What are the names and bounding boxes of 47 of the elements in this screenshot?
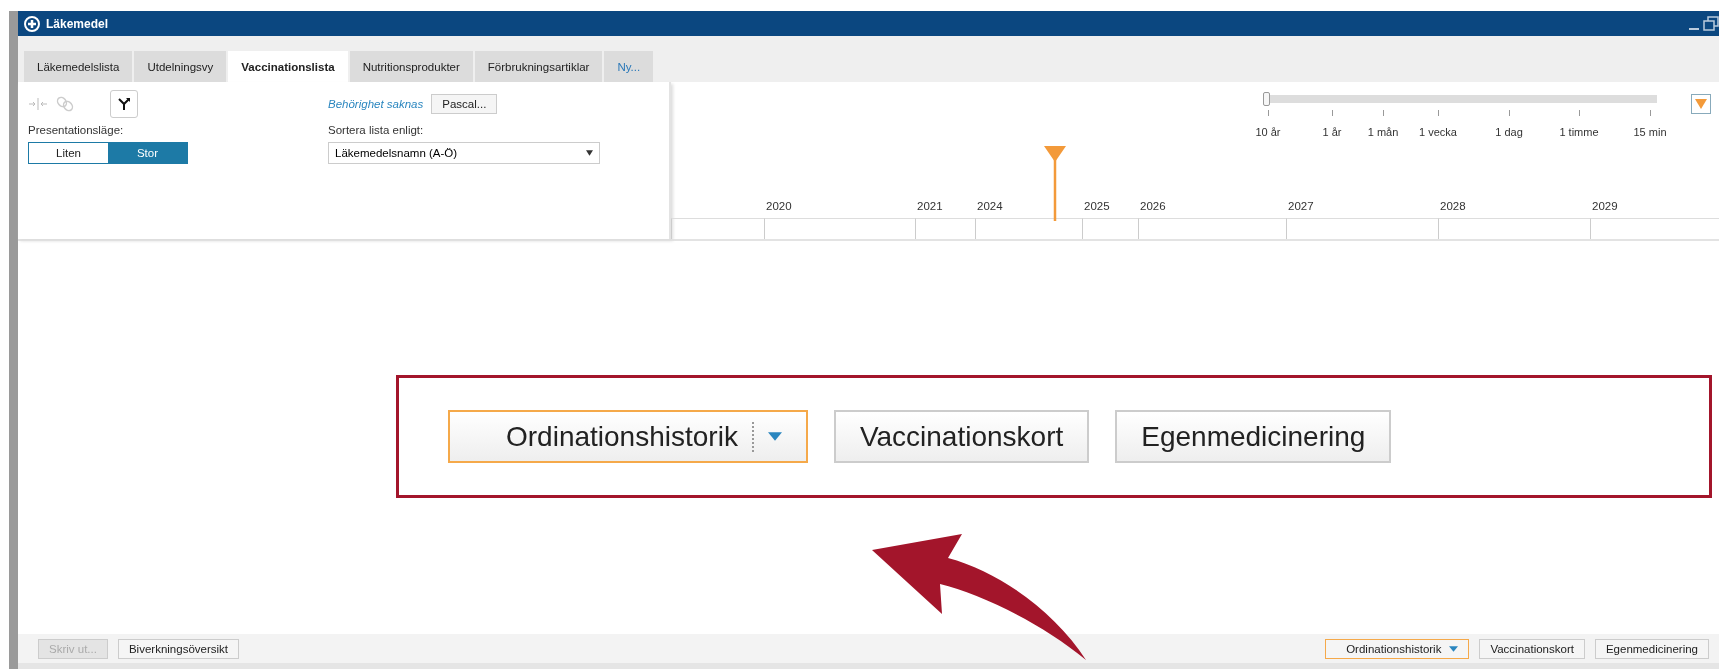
- large-button[interactable]: Ordinationshistorik: [448, 410, 808, 463]
- zoom-label: 1 mån: [1367, 126, 1399, 138]
- slider-thumb[interactable]: [1263, 92, 1270, 106]
- year-label: 2025: [1083, 200, 1111, 214]
- tab[interactable]: Utdelningsvy: [134, 51, 227, 82]
- year-label: 2027: [1287, 200, 1315, 214]
- restore-icon[interactable]: [1703, 15, 1719, 32]
- year-label: 2021: [916, 200, 944, 214]
- plus-circle-icon: [24, 15, 40, 32]
- zoom-label: 1 dag: [1495, 126, 1523, 138]
- sort-select[interactable]: Läkemedelsnamn (A-Ö): [328, 142, 600, 164]
- year-label: 2028: [1439, 200, 1467, 214]
- year-label: 2026: [1139, 200, 1167, 214]
- fork-icon: [117, 97, 131, 111]
- link-icon[interactable]: [56, 95, 74, 113]
- presentation-label: Presentationsläge:: [28, 124, 125, 136]
- large-button[interactable]: Egenmedicinering: [1115, 410, 1392, 463]
- user-button[interactable]: Pascal...: [431, 94, 498, 114]
- filter-button[interactable]: [1691, 94, 1711, 114]
- tab[interactable]: Vaccinationslista: [228, 51, 348, 82]
- today-marker[interactable]: [1044, 146, 1066, 221]
- year-label: 2020: [765, 200, 793, 214]
- window-title: Läkemedel: [46, 16, 109, 31]
- dropdown-caret-icon: [586, 150, 593, 156]
- tab[interactable]: Nutritionsprodukter: [349, 51, 473, 82]
- permission-note: Behörighet saknas: [328, 98, 424, 110]
- tab[interactable]: Läkemedelslista: [24, 51, 133, 82]
- sort-label: Sortera lista enligt:: [328, 124, 425, 136]
- zoom-label: 10 år: [1255, 126, 1281, 138]
- split-icon[interactable]: [28, 97, 48, 111]
- zoom-slider[interactable]: [1263, 92, 1657, 106]
- new-tab[interactable]: Ny...: [604, 51, 654, 82]
- toolbar-button[interactable]: Ordinationshistorik: [1325, 638, 1470, 659]
- fork-button[interactable]: [110, 90, 138, 118]
- large-button[interactable]: Vaccinationskort: [833, 410, 1090, 463]
- presentation-option[interactable]: Stor: [108, 143, 187, 163]
- zoom-label: 1 timme: [1559, 126, 1599, 138]
- zoom-label: 1 år: [1322, 126, 1342, 138]
- zoom-label: 15 min: [1633, 126, 1667, 138]
- toolbar-button[interactable]: Biverkningsöversikt: [117, 638, 239, 659]
- year-label: 2029: [1591, 200, 1619, 214]
- zoom-label: 1 vecka: [1419, 126, 1457, 138]
- toolbar-button[interactable]: Vaccinationskort: [1479, 638, 1585, 659]
- toolbar-button[interactable]: Egenmedicinering: [1594, 638, 1709, 659]
- tab[interactable]: Förbrukningsartiklar: [474, 51, 603, 82]
- year-label: 2024: [976, 200, 1004, 214]
- filter-icon: [1695, 99, 1707, 109]
